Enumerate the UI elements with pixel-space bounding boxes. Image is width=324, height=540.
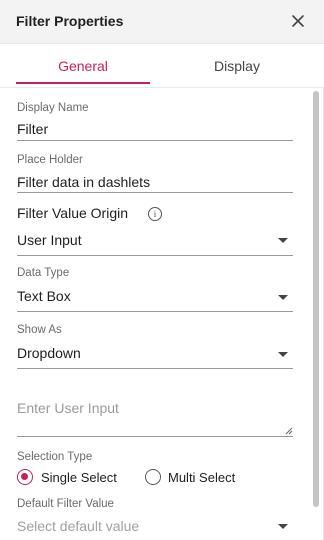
panel-title: Filter Properties — [16, 13, 124, 29]
show-as-label: Show As — [17, 324, 62, 336]
user-input-textarea[interactable]: Enter User Input — [17, 395, 293, 437]
tab-general-label: General — [58, 58, 108, 74]
active-tab-indicator — [16, 82, 150, 84]
info-icon[interactable]: i — [148, 207, 162, 221]
display-name-underline — [17, 140, 293, 141]
data-type-underline — [17, 311, 293, 312]
single-select-label[interactable]: Single Select — [41, 470, 117, 485]
default-filter-value-select[interactable]: Select default value — [17, 515, 293, 537]
single-select-radio[interactable] — [17, 469, 33, 485]
panel-header: Filter Properties — [0, 0, 324, 44]
filter-properties-panel: Filter Properties General Display Displa… — [0, 0, 324, 540]
selection-type-label: Selection Type — [17, 451, 93, 463]
general-tab-content: Display Name Filter Place Holder Filter … — [0, 89, 312, 540]
show-as-select[interactable]: Dropdown — [17, 342, 293, 368]
user-input-underline — [17, 436, 293, 437]
display-name-label: Display Name — [17, 102, 89, 114]
multi-select-radio[interactable] — [145, 469, 161, 485]
tab-bar: General Display — [0, 44, 324, 88]
tab-general[interactable]: General — [16, 44, 150, 88]
show-as-value: Dropdown — [17, 345, 81, 361]
place-holder-input[interactable]: Filter data in dashlets — [17, 174, 150, 190]
caret-down-icon[interactable] — [278, 295, 288, 300]
scrollbar-thumb[interactable] — [313, 91, 319, 507]
data-type-label: Data Type — [17, 267, 70, 279]
caret-down-icon[interactable] — [278, 352, 288, 357]
default-filter-value-label: Default Filter Value — [17, 498, 114, 510]
place-holder-label: Place Holder — [17, 154, 83, 166]
tab-display[interactable]: Display — [170, 44, 304, 88]
display-name-input[interactable]: Filter — [17, 121, 48, 137]
resize-handle-icon[interactable] — [285, 427, 293, 435]
filter-value-origin-label: Filter Value Origin — [17, 205, 129, 221]
caret-down-icon[interactable] — [278, 238, 288, 243]
tab-display-label: Display — [214, 58, 260, 74]
place-holder-underline — [17, 192, 293, 193]
scrollbar[interactable] — [312, 89, 320, 540]
caret-down-icon[interactable] — [278, 524, 288, 529]
filter-value-origin-select[interactable]: User Input — [17, 229, 293, 255]
filter-value-origin-underline — [17, 255, 293, 256]
close-icon[interactable] — [290, 13, 306, 29]
filter-value-origin-value: User Input — [17, 232, 82, 248]
radio-selected-dot — [21, 473, 28, 480]
show-as-underline — [17, 368, 293, 369]
user-input-placeholder: Enter User Input — [17, 400, 119, 416]
data-type-select[interactable]: Text Box — [17, 285, 293, 311]
multi-select-label[interactable]: Multi Select — [168, 470, 235, 485]
default-filter-value-placeholder: Select default value — [17, 518, 140, 534]
data-type-value: Text Box — [17, 288, 71, 304]
